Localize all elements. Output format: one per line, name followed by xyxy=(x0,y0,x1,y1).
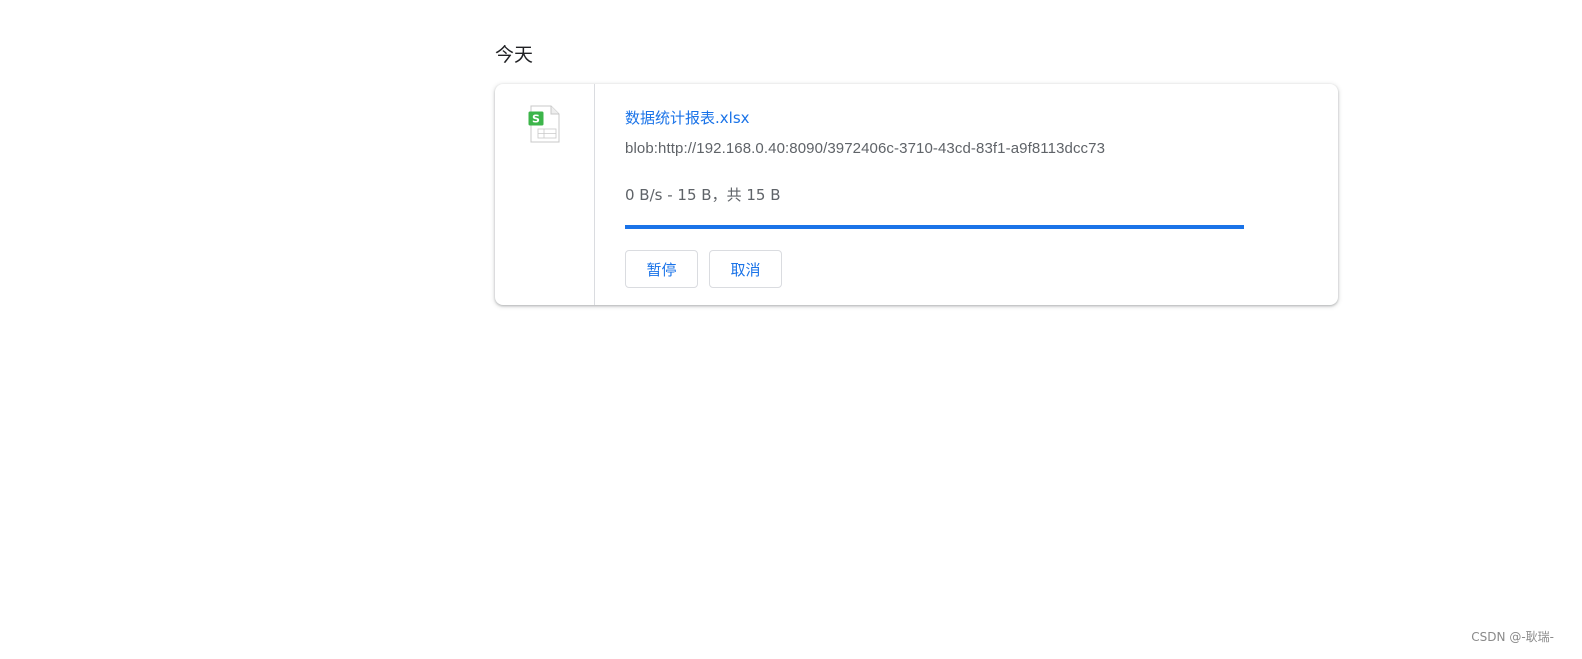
pause-button[interactable]: 暂停 xyxy=(625,250,698,288)
download-item-card: S 数据统计报表.xlsx blob:http://192.168.0.40:8… xyxy=(495,84,1338,305)
cancel-button[interactable]: 取消 xyxy=(709,250,782,288)
downloads-page: 今天 S 数据统计报表.xlsx blob:http://192.168.0.4… xyxy=(0,0,1582,659)
file-source-url: blob:http://192.168.0.40:8090/3972406c-3… xyxy=(625,140,1106,157)
download-progress-bar xyxy=(625,225,1244,229)
download-progress-text: 0 B/s - 15 B，共 15 B xyxy=(625,186,781,204)
svg-text:S: S xyxy=(532,113,540,126)
file-icon-column: S xyxy=(495,84,595,305)
spreadsheet-file-icon[interactable]: S xyxy=(528,105,560,143)
watermark-text: CSDN @-耿瑞- xyxy=(1471,630,1554,644)
download-progress-fill xyxy=(625,225,1244,229)
date-section-title: 今天 xyxy=(495,44,534,66)
file-name-link[interactable]: 数据统计报表.xlsx xyxy=(625,107,750,128)
download-details: 数据统计报表.xlsx blob:http://192.168.0.40:809… xyxy=(595,84,1338,305)
